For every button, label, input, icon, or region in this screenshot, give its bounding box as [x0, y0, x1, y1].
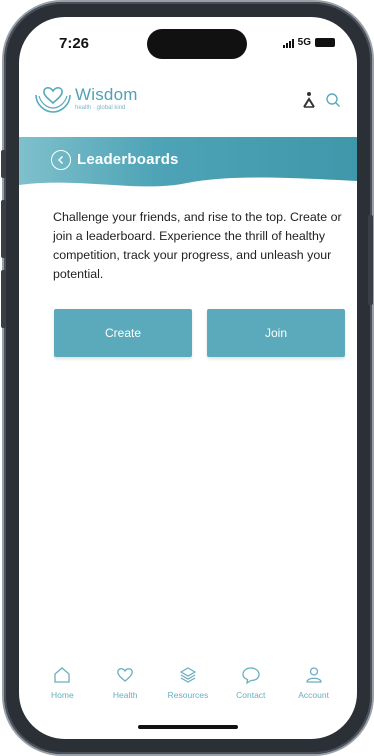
nav-item-home[interactable]: Home [34, 665, 90, 715]
home-icon [54, 667, 71, 683]
power-button [368, 215, 373, 305]
volume-up-button [1, 200, 6, 258]
logo[interactable]: Wisdom health · global kind [33, 79, 138, 117]
silent-switch [1, 150, 6, 178]
status-bar: 7:26 5G [19, 17, 357, 71]
nav-item-account[interactable]: Account [286, 665, 342, 715]
create-button[interactable]: Create [54, 309, 192, 357]
nav-label-account: Account [298, 690, 329, 700]
dynamic-island [147, 29, 247, 59]
screen: 7:26 5G Wisdom health · global kind Lead… [19, 17, 357, 739]
status-indicators: 5G [282, 37, 335, 48]
brand-name: Wisdom [75, 85, 138, 104]
search-icon[interactable] [325, 92, 341, 108]
chevron-left-icon [57, 155, 64, 165]
hands-heart-logo-icon [35, 87, 71, 113]
heart-icon [117, 668, 134, 682]
nav-label-health: Health [112, 690, 138, 700]
battery-icon [315, 38, 335, 47]
back-button[interactable] [51, 150, 71, 170]
banner-wave [19, 137, 357, 187]
intro-text: Challenge your friends, and rise to the … [53, 210, 342, 281]
app-header: Wisdom health · global kind [19, 75, 357, 135]
join-button[interactable]: Join [207, 309, 345, 357]
chat-icon [242, 667, 260, 685]
signal-icon [282, 38, 294, 48]
user-icon [305, 667, 322, 683]
home-indicator[interactable] [138, 725, 238, 729]
nav-item-health[interactable]: Health [97, 665, 153, 715]
page-title: Leaderboards [77, 151, 179, 168]
bottom-nav: Home Health Resources Contact Account [19, 665, 357, 715]
network-label: 5G [297, 37, 311, 48]
nav-label-resources: Resources [167, 690, 209, 700]
status-time: 7:26 [59, 35, 90, 52]
page-banner: Leaderboards [19, 137, 357, 197]
brand-tagline: health · global kind [75, 105, 126, 111]
profile-icon[interactable] [301, 91, 317, 109]
volume-down-button [1, 270, 6, 328]
nav-item-contact[interactable]: Contact [223, 665, 279, 715]
nav-label-home: Home [51, 690, 74, 700]
nav-item-resources[interactable]: Resources [160, 665, 216, 715]
nav-label-contact: Contact [236, 690, 266, 700]
layers-icon [179, 667, 197, 683]
